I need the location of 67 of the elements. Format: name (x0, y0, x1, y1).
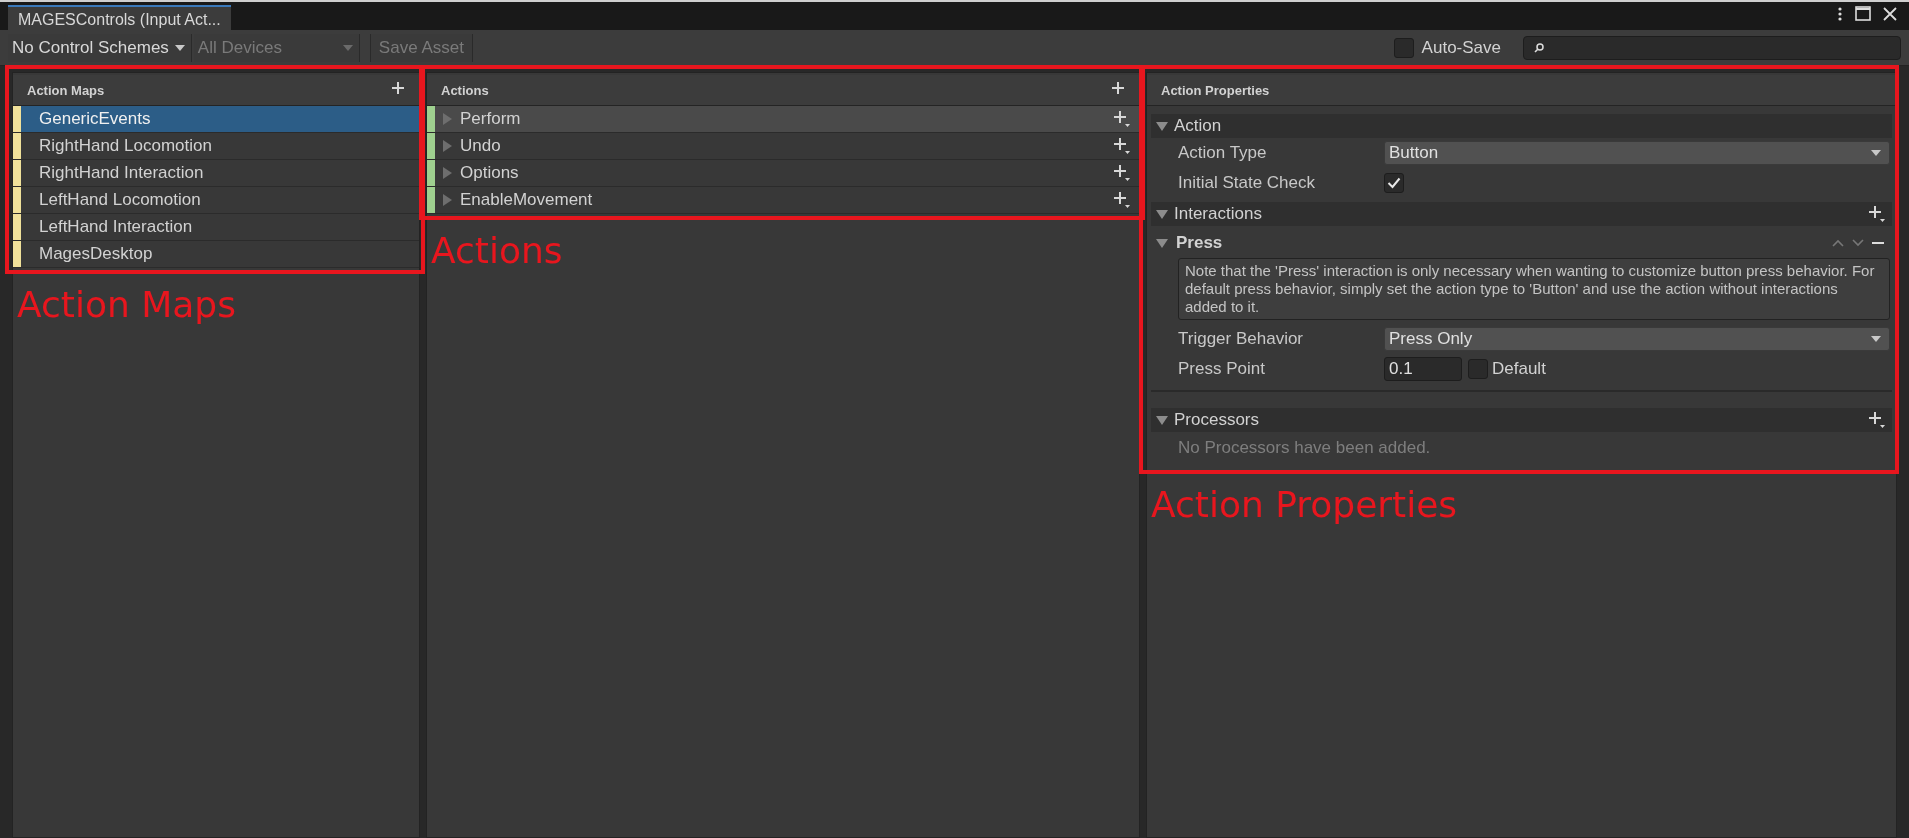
action-map-item[interactable]: MagesDesktop (13, 241, 419, 268)
field-label: Action Type (1178, 143, 1268, 163)
action-map-item[interactable]: RightHand Interaction (13, 160, 419, 187)
add-menu-icon[interactable] (1868, 205, 1886, 223)
action-map-name: MagesDesktop (39, 244, 153, 264)
add-menu-icon[interactable] (1113, 110, 1131, 128)
action-map-name: RightHand Interaction (39, 163, 204, 183)
chevron-up-icon[interactable] (1832, 239, 1844, 247)
action-map-name: LeftHand Interaction (39, 217, 193, 237)
triangle-icon[interactable] (1156, 238, 1168, 248)
panel-title: Action Properties (1161, 82, 1270, 98)
triangle-icon[interactable] (1156, 121, 1168, 131)
field-label: Trigger Behavior (1178, 329, 1305, 349)
caret-icon (174, 44, 185, 51)
help-text: Note that the 'Press' interaction is only necessary when wanting to customize button press behavior. For default press behavior, simply set the action type to 'Button' and use the action without interactions added to it. (1178, 258, 1890, 320)
action-item[interactable]: EnableMovement (427, 187, 1139, 214)
add-menu-icon[interactable] (1113, 164, 1131, 182)
action-map-name: LeftHand Locomotion (39, 190, 201, 210)
checkbox[interactable] (1384, 173, 1404, 193)
add-menu-icon[interactable] (1113, 191, 1131, 209)
annotation-label: Actions (431, 230, 564, 271)
caret-icon (1871, 150, 1881, 156)
dropdown[interactable]: Button (1384, 141, 1890, 165)
close-icon[interactable] (1883, 6, 1897, 21)
action-map-name: GenericEvents (39, 109, 151, 129)
panel-title: Actions (441, 82, 489, 98)
action-map-item[interactable]: RightHand Locomotion (13, 133, 419, 160)
kebab-menu-icon[interactable] (1837, 5, 1843, 22)
maximize-icon[interactable] (1855, 6, 1871, 21)
checkbox[interactable] (1468, 359, 1488, 379)
section-title: Action (1174, 116, 1223, 136)
checkbox[interactable] (1393, 37, 1414, 58)
search-icon (1534, 42, 1544, 53)
action-item[interactable]: Options (427, 160, 1139, 187)
annotation-label: Action Maps (17, 284, 237, 325)
minus-icon[interactable] (1872, 241, 1884, 245)
search-field[interactable] (1523, 35, 1901, 60)
checkbox-label: Default (1492, 359, 1546, 379)
action-name: Options (460, 163, 520, 183)
action-name: EnableMovement (460, 190, 594, 210)
action-map-item[interactable]: LeftHand Locomotion (13, 187, 419, 214)
action-item[interactable]: Perform (427, 106, 1139, 133)
action-item[interactable]: Undo (427, 133, 1139, 160)
field-label: Press Point (1178, 359, 1266, 379)
auto-save-label: Auto-Save (1421, 37, 1501, 58)
add-menu-icon[interactable] (1113, 137, 1131, 155)
interaction-title: Press (1176, 233, 1224, 253)
field-label: Initial State Check (1178, 173, 1316, 193)
empty-message: No Processors have been added. (1177, 437, 1432, 458)
action-name: Undo (460, 136, 502, 156)
number-field[interactable]: 0.1 (1384, 357, 1462, 381)
chevron-down-icon[interactable] (1852, 239, 1864, 247)
action-map-item[interactable]: LeftHand Interaction (13, 214, 419, 241)
section-title: Interactions (1174, 204, 1263, 224)
triangle-icon[interactable] (1156, 415, 1168, 425)
action-map-item[interactable]: GenericEvents (13, 106, 419, 133)
panel-title: Action Maps (27, 82, 105, 98)
add-menu-icon[interactable] (1868, 411, 1886, 429)
dropdown[interactable]: Press Only (1384, 327, 1890, 351)
annotation-label: Action Properties (1151, 484, 1459, 525)
window-tab[interactable]: MAGESControls (Input Act... (8, 5, 231, 30)
caret-icon (342, 44, 353, 51)
triangle-icon[interactable] (1156, 209, 1168, 219)
action-name: Perform (460, 109, 522, 129)
section-title: Processors (1174, 410, 1261, 430)
action-map-name: RightHand Locomotion (39, 136, 212, 156)
caret-icon (1871, 336, 1881, 342)
